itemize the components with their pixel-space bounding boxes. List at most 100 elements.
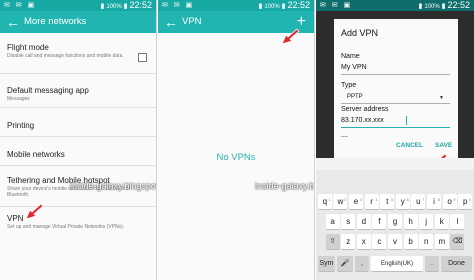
suggestion-bar (316, 158, 474, 170)
list-item-mobile-networks[interactable]: Mobile networks (0, 138, 156, 166)
more-fields-hint (341, 136, 348, 137)
key-v[interactable]: v (388, 234, 402, 250)
server-address-label: Server address (341, 106, 389, 113)
key-a[interactable]: a (325, 214, 340, 230)
sym-key[interactable]: Sym (318, 256, 335, 272)
signal-icon: ▮ (258, 3, 263, 10)
key-b[interactable]: b (403, 234, 418, 250)
key-c[interactable]: c (372, 234, 387, 250)
dialog-title: Add VPN (341, 28, 379, 38)
server-address-field[interactable]: 83.170.xx.xxx (341, 117, 384, 124)
battery-percentage: 100% (264, 4, 280, 10)
battery-icon: ▮ (441, 3, 446, 10)
notification-icons: ✉ ✉ ▣ (4, 2, 37, 9)
status-bar: ✉ ✉ ▣ ▮ 100% ▮ 22:52 (158, 0, 314, 11)
key-e[interactable]: e3 (349, 194, 363, 210)
key-alt-digit: 7 (422, 197, 425, 202)
key-j[interactable]: j (419, 214, 434, 230)
pointer-arrow-icon (26, 203, 44, 219)
key-alt-digit: 9 (453, 197, 456, 202)
key-s[interactable]: s (341, 214, 356, 230)
space-key[interactable]: English(UK) (371, 256, 423, 272)
vpn-screen: ✉ ✉ ▣ ▮ 100% ▮ 22:52 ← VPN + No VPNs ins… (158, 0, 315, 280)
key-alt-digit: 2 (344, 197, 347, 202)
cancel-button[interactable]: CANCEL (396, 142, 423, 149)
mic-icon[interactable]: 🎤 (337, 256, 353, 272)
status-bar: ✉ ✉ ▣ ▮ 100% ▮ 22:52 (316, 0, 474, 11)
key-r[interactable]: r4 (364, 194, 379, 210)
key-o[interactable]: o9 (442, 194, 457, 210)
list-item-vpn[interactable]: VPN Set up and manage Virtual Private Ne… (0, 208, 156, 248)
comma-key[interactable]: , (355, 256, 369, 272)
key-alt-digit: 8 (437, 197, 440, 202)
list-item-title: Printing (7, 121, 35, 130)
key-backspace[interactable]: ⌫ (450, 234, 465, 250)
key-alt-digit: 5 (390, 197, 394, 202)
notification-icons: ✉ ✉ ▣ (162, 2, 195, 9)
battery-percentage: 100% (424, 4, 440, 10)
signal-icon: ▮ (418, 3, 423, 10)
key-t[interactable]: t5 (380, 194, 395, 210)
list-item-subtitle: Messages (7, 96, 30, 102)
key-h[interactable]: h (403, 214, 418, 230)
battery-percentage: 100% (106, 4, 122, 10)
key-y[interactable]: y6 (395, 194, 410, 210)
list-item-title: Flight mode (7, 43, 49, 52)
list-item-subtitle: Disable call and message functions and m… (7, 53, 124, 59)
key-p[interactable]: p0 (458, 194, 473, 210)
key-q[interactable]: q1 (317, 194, 332, 210)
key-m[interactable]: m (434, 234, 449, 250)
back-arrow-icon[interactable]: ← (6, 12, 20, 32)
key-alt-digit: 1 (328, 197, 331, 202)
text-cursor (406, 116, 407, 125)
key-shift[interactable]: ⇧ (325, 234, 340, 250)
key-w[interactable]: w2 (333, 194, 348, 210)
list-item-title: Default messaging app (7, 86, 89, 95)
flight-mode-checkbox[interactable] (138, 53, 147, 62)
type-select-underline (341, 103, 450, 104)
name-field[interactable]: My VPN (341, 64, 367, 71)
pointer-arrow-icon (282, 28, 300, 44)
key-d[interactable]: d (356, 214, 371, 230)
back-arrow-icon[interactable]: ← (164, 12, 178, 32)
page-title: More networks (24, 16, 87, 27)
key-x[interactable]: x (356, 234, 371, 250)
clock: 22:52 (129, 0, 152, 10)
list-item-title: Mobile networks (7, 150, 65, 159)
type-select[interactable]: PPTP (347, 94, 363, 100)
name-label: Name (341, 53, 360, 60)
list-item-default-messaging-app[interactable]: Default messaging app Messages (0, 75, 156, 108)
app-bar: ← More networks (0, 11, 156, 33)
key-n[interactable]: n (419, 234, 434, 250)
name-field-underline (341, 74, 450, 75)
period-key[interactable]: . (425, 256, 439, 272)
key-f[interactable]: f (372, 214, 387, 230)
clock: 22:52 (447, 0, 470, 10)
notification-icons: ✉ ✉ ▣ (320, 2, 353, 9)
key-i[interactable]: i8 (427, 194, 441, 210)
watermark: inside-galaxy.blogspot.com (70, 181, 156, 191)
key-alt-digit: 0 (468, 197, 472, 202)
on-screen-keyboard: q1w2e3r4t5y6u7i8o9p0 asdfghjkl ⇧ z x c v b n m ⌫… (316, 158, 474, 280)
clock: 22:52 (287, 0, 310, 10)
done-key[interactable]: Done (441, 256, 472, 272)
save-button[interactable]: SAVE (435, 142, 452, 149)
type-label: Type (341, 82, 357, 89)
list-item-printing[interactable]: Printing (0, 109, 156, 137)
dropdown-caret-icon[interactable]: ▼ (439, 95, 444, 101)
status-bar: ✉ ✉ ▣ ▮ 100% ▮ 22:52 (0, 0, 156, 11)
key-k[interactable]: k (434, 214, 449, 230)
list-item-subtitle: Set up and manage Virtual Private Networ… (7, 224, 125, 230)
battery-icon: ▮ (123, 3, 128, 10)
key-u[interactable]: u7 (411, 194, 426, 210)
key-g[interactable]: g (388, 214, 402, 230)
signal-icon: ▮ (100, 3, 105, 10)
watermark: inside-galaxy.blogspot.com (255, 181, 315, 191)
more-networks-screen: ✉ ✉ ▣ ▮ 100% ▮ 22:52 ← More networks Fli… (0, 0, 157, 280)
list-item-flight-mode[interactable]: Flight mode Disable call and message fun… (0, 33, 156, 74)
key-z[interactable]: z (341, 234, 356, 250)
key-alt-digit: 3 (359, 197, 362, 202)
key-l[interactable]: l (450, 214, 465, 230)
server-address-underline (341, 127, 450, 128)
empty-state-text: No VPNs (216, 152, 256, 163)
